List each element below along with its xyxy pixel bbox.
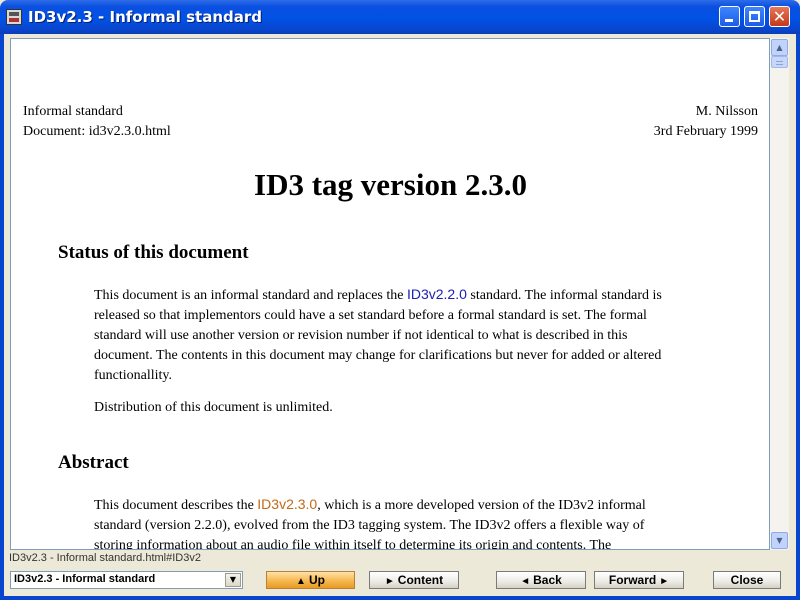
scroll-up-icon: ▲ bbox=[776, 43, 783, 52]
maximize-icon bbox=[749, 11, 760, 22]
doc-author: M. Nilsson bbox=[695, 104, 758, 119]
close-icon: ✕ bbox=[772, 7, 787, 26]
minimize-button[interactable] bbox=[719, 6, 740, 27]
back-button-label: Back bbox=[533, 573, 562, 587]
scroll-down-button[interactable]: ▼ bbox=[771, 532, 788, 549]
close-button[interactable]: Close bbox=[713, 571, 781, 589]
back-button[interactable]: ◄ Back bbox=[496, 571, 586, 589]
link-id3v2-3-0[interactable]: ID3v2.3.0 bbox=[257, 496, 317, 512]
status-bar-text: ID3v2.3 - Informal standard.html#ID3v2 bbox=[9, 552, 201, 564]
title-bar[interactable]: ID3v2.3 - Informal standard ✕ bbox=[0, 0, 800, 34]
doc-status: Informal standard bbox=[23, 104, 123, 119]
close-window-button[interactable]: ✕ bbox=[769, 6, 790, 27]
forward-button[interactable]: Forward ► bbox=[594, 571, 684, 589]
vertical-scrollbar[interactable]: ▲ ▼ bbox=[770, 38, 789, 550]
content-button[interactable]: ► Content bbox=[369, 571, 459, 589]
section-heading-abstract: Abstract bbox=[58, 452, 129, 473]
abstract-text-before: This document describes the bbox=[94, 498, 258, 513]
arrow-right-icon: ► bbox=[384, 576, 395, 587]
window-title: ID3v2.3 - Informal standard bbox=[28, 8, 262, 26]
section-heading-status: Status of this document bbox=[58, 242, 249, 263]
up-button-label: Up bbox=[308, 573, 325, 587]
status-paragraph: This document is an informal standard an… bbox=[94, 284, 686, 386]
arrow-up-icon: ▲ bbox=[296, 576, 306, 587]
page-select[interactable]: ID3v2.3 - Informal standard ▼ bbox=[10, 571, 243, 589]
scroll-up-button[interactable]: ▲ bbox=[771, 39, 788, 56]
distribution-paragraph: Distribution of this document is unlimit… bbox=[94, 400, 333, 415]
forward-button-label: Forward bbox=[608, 573, 657, 587]
scroll-down-icon: ▼ bbox=[776, 536, 783, 545]
minimize-icon bbox=[725, 19, 733, 22]
document-view[interactable]: Informal standard Document: id3v2.3.0.ht… bbox=[10, 38, 770, 550]
document-meta-left: Informal standard Document: id3v2.3.0.ht… bbox=[23, 102, 171, 142]
document-title: ID3 tag version 2.3.0 bbox=[254, 167, 527, 202]
doc-filename: Document: id3v2.3.0.html bbox=[23, 124, 171, 139]
scroll-thumb[interactable] bbox=[771, 56, 788, 68]
doc-date: 3rd February 1999 bbox=[653, 124, 758, 139]
arrow-right-icon: ► bbox=[659, 576, 670, 587]
status-text-before: This document is an informal standard an… bbox=[94, 288, 407, 303]
content-button-label: Content bbox=[397, 573, 444, 587]
arrow-left-icon: ◄ bbox=[520, 576, 531, 587]
close-button-label: Close bbox=[730, 573, 764, 587]
app-icon[interactable] bbox=[6, 9, 22, 25]
maximize-button[interactable] bbox=[744, 6, 765, 27]
chevron-down-icon[interactable]: ▼ bbox=[225, 573, 241, 587]
abstract-paragraph: This document describes the ID3v2.3.0, w… bbox=[94, 494, 686, 549]
up-button[interactable]: ▲ Up bbox=[266, 571, 355, 589]
page-select-value: ID3v2.3 - Informal standard bbox=[14, 573, 156, 585]
link-id3v2-2-0[interactable]: ID3v2.2.0 bbox=[407, 286, 467, 302]
document-meta-right: M. Nilsson 3rd February 1999 bbox=[654, 102, 758, 142]
